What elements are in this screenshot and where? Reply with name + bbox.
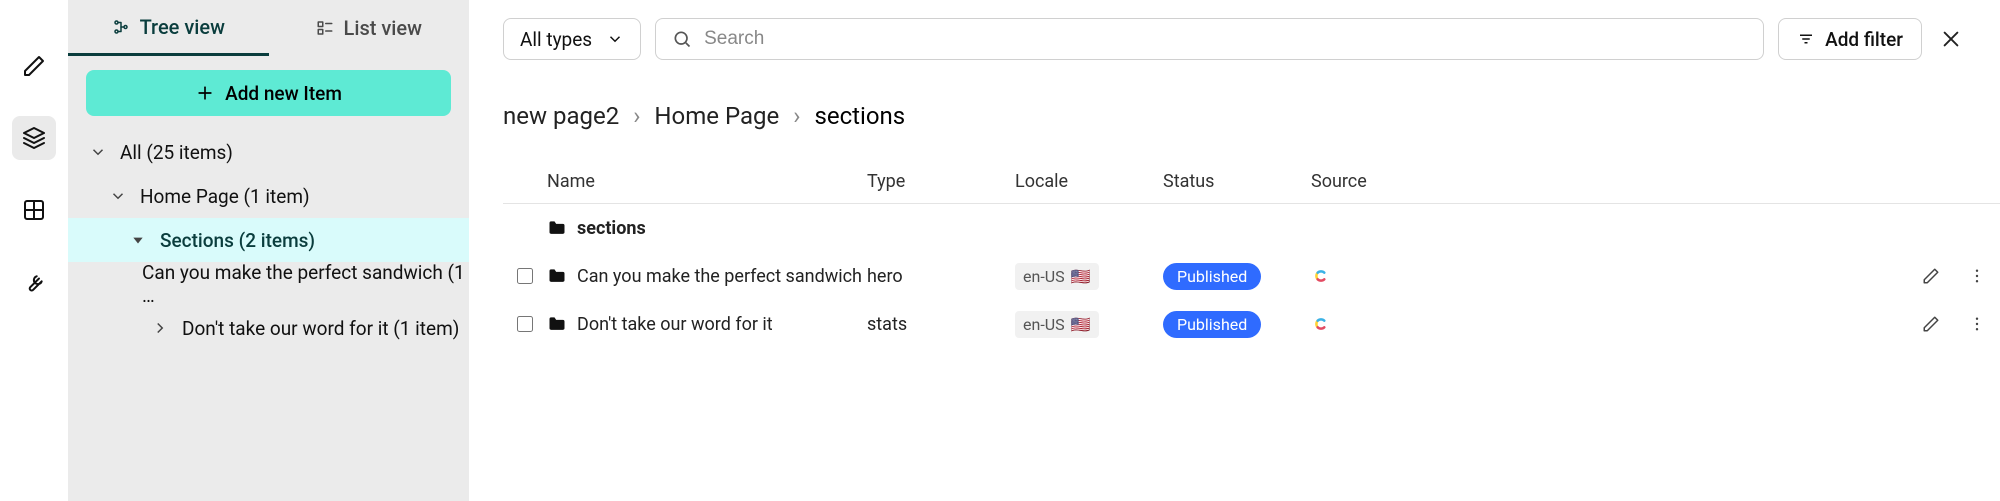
locale-code: en-US xyxy=(1023,267,1065,286)
tree-item-all[interactable]: All (25 items) xyxy=(68,130,469,174)
chevron-down-icon xyxy=(106,187,130,205)
entry-type: hero xyxy=(867,266,1015,287)
tree-item-sections[interactable]: Sections (2 items) xyxy=(68,218,469,262)
breadcrumb: new page2 › Home Page › sections xyxy=(503,102,2000,130)
chevron-right-icon xyxy=(148,319,172,337)
flag-icon: 🇺🇸 xyxy=(1071,267,1091,286)
rail-content[interactable] xyxy=(12,116,56,160)
close-button[interactable] xyxy=(1936,24,1966,54)
entry-type: stats xyxy=(867,314,1015,335)
search-box[interactable] xyxy=(655,18,1764,60)
chevron-down-icon xyxy=(606,30,624,48)
tree-label: Can you make the perfect sandwich (1 … xyxy=(142,261,469,307)
add-filter-label: Add filter xyxy=(1825,28,1903,51)
tree-label: Sections (2 items) xyxy=(160,229,315,252)
col-source[interactable]: Source xyxy=(1311,171,1908,192)
edit-icon[interactable] xyxy=(1922,315,1940,333)
tab-label: List view xyxy=(344,16,422,40)
add-button-label: Add new Item xyxy=(225,82,342,105)
add-filter-button[interactable]: Add filter xyxy=(1778,18,1922,60)
tab-tree-view[interactable]: Tree view xyxy=(68,0,269,56)
search-input[interactable] xyxy=(704,28,1747,50)
entry-name: Can you make the perfect sandwich xyxy=(577,266,862,287)
folder-name: sections xyxy=(577,218,646,239)
crumb-root[interactable]: new page2 xyxy=(503,102,619,130)
folder-icon xyxy=(547,218,567,238)
close-icon xyxy=(1940,28,1962,50)
chevron-right-icon: › xyxy=(633,102,640,130)
tree-item-home[interactable]: Home Page (1 item) xyxy=(68,174,469,218)
tree-item-sandwich[interactable]: Can you make the perfect sandwich (1 … xyxy=(68,262,469,306)
layers-icon xyxy=(22,126,46,150)
more-icon[interactable] xyxy=(1968,267,1986,285)
chevron-right-icon: › xyxy=(793,102,800,130)
grid-icon xyxy=(22,198,46,222)
contentful-icon xyxy=(1311,266,1331,286)
wrench-icon xyxy=(22,270,46,294)
crumb-parent[interactable]: Home Page xyxy=(654,102,779,130)
tree-label: All (25 items) xyxy=(120,141,233,164)
table-header: Name Type Locale Status Source xyxy=(503,160,2000,204)
rail-settings[interactable] xyxy=(12,260,56,304)
tree-label: Home Page (1 item) xyxy=(140,185,310,208)
filter-icon xyxy=(1797,30,1815,48)
col-locale[interactable]: Locale xyxy=(1015,171,1163,192)
contentful-icon xyxy=(1311,314,1331,334)
table-row[interactable]: Can you make the perfect sandwich hero e… xyxy=(503,252,2000,300)
tree-icon xyxy=(112,18,130,36)
locale-code: en-US xyxy=(1023,315,1065,334)
status-badge: Published xyxy=(1163,263,1261,290)
content-table: Name Type Locale Status Source sections … xyxy=(503,160,2000,348)
tree-label: Don't take our word for it (1 item) xyxy=(182,317,459,340)
tree-item-dont[interactable]: Don't take our word for it (1 item) xyxy=(68,306,469,350)
view-tabs: Tree view List view xyxy=(68,0,469,56)
col-type[interactable]: Type xyxy=(867,171,1015,192)
crumb-current: sections xyxy=(814,102,905,130)
chevron-down-icon xyxy=(86,143,110,161)
table-row[interactable]: Don't take our word for it stats en-US 🇺… xyxy=(503,300,2000,348)
row-checkbox[interactable] xyxy=(517,268,533,284)
row-checkbox[interactable] xyxy=(517,316,533,332)
nav-rail xyxy=(0,0,68,501)
folder-icon xyxy=(547,314,567,334)
entry-name: Don't take our word for it xyxy=(577,314,773,335)
main-panel: All types Add filter new page2 › Home Pa… xyxy=(469,0,2000,501)
edit-icon[interactable] xyxy=(1922,267,1940,285)
status-badge: Published xyxy=(1163,311,1261,338)
add-new-item-button[interactable]: Add new Item xyxy=(86,70,451,116)
col-name[interactable]: Name xyxy=(547,171,867,192)
col-status[interactable]: Status xyxy=(1163,171,1311,192)
folder-icon xyxy=(547,266,567,286)
plus-icon xyxy=(195,83,215,103)
tab-list-view[interactable]: List view xyxy=(269,0,470,56)
rail-model[interactable] xyxy=(12,188,56,232)
toolbar: All types Add filter xyxy=(503,18,2000,60)
flag-icon: 🇺🇸 xyxy=(1071,315,1091,334)
more-icon[interactable] xyxy=(1968,315,1986,333)
sidebar: Tree view List view Add new Item All (25… xyxy=(68,0,469,501)
locale-badge: en-US 🇺🇸 xyxy=(1015,311,1099,338)
type-filter-label: All types xyxy=(520,28,592,51)
search-icon xyxy=(672,29,692,49)
content-tree: All (25 items) Home Page (1 item) Sectio… xyxy=(68,130,469,350)
locale-badge: en-US 🇺🇸 xyxy=(1015,263,1099,290)
rail-compose[interactable] xyxy=(12,44,56,88)
type-filter-dropdown[interactable]: All types xyxy=(503,18,641,60)
table-folder-row[interactable]: sections xyxy=(503,204,2000,252)
tab-label: Tree view xyxy=(140,15,225,39)
caret-down-icon xyxy=(126,233,150,247)
pen-icon xyxy=(22,54,46,78)
list-icon xyxy=(316,19,334,37)
